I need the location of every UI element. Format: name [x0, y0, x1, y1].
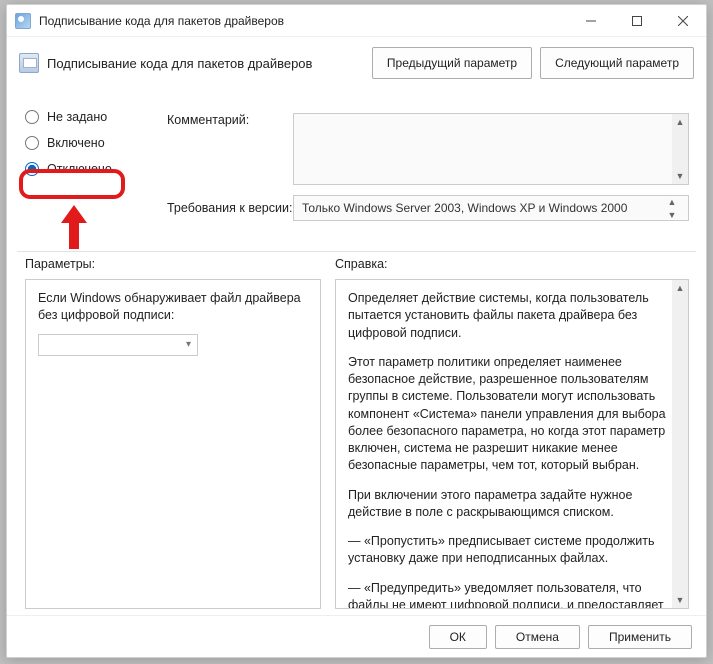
comment-textarea[interactable]: ▲ ▼ [293, 113, 689, 185]
requirements-value: Только Windows Server 2003, Windows XP и… [302, 201, 627, 215]
policy-icon [19, 53, 39, 73]
radio-enabled[interactable]: Включено [25, 136, 112, 150]
help-paragraph: При включении этого параметра задайте ну… [348, 487, 668, 522]
action-select[interactable]: ▾ [38, 334, 198, 356]
apply-button[interactable]: Применить [588, 625, 692, 649]
scroll-up-icon[interactable]: ▲ [664, 195, 680, 208]
requirements-label: Требования к версии: [167, 201, 292, 215]
params-section-label: Параметры: [25, 257, 95, 271]
scroll-down-icon[interactable]: ▼ [672, 592, 688, 608]
radio-disabled-input[interactable] [25, 162, 39, 176]
radio-disabled[interactable]: Отключено [25, 162, 112, 176]
radio-enabled-label: Включено [47, 136, 105, 150]
close-icon [678, 16, 688, 26]
cancel-button[interactable]: Отмена [495, 625, 580, 649]
window-title: Подписывание кода для пакетов драйверов [39, 14, 284, 28]
help-paragraph: — «Пропустить» предписывает системе прод… [348, 533, 668, 568]
comment-label: Комментарий: [167, 113, 249, 127]
requirements-scrollbar[interactable]: ▲ ▼ [664, 195, 680, 221]
scroll-track[interactable] [672, 130, 688, 168]
params-text: Если Windows обнаруживает файл драйвера … [38, 290, 308, 324]
ok-button[interactable]: ОК [429, 625, 487, 649]
annotation-arrow-icon [59, 205, 89, 254]
scroll-down-icon[interactable]: ▼ [672, 168, 688, 184]
scroll-down-icon[interactable]: ▼ [664, 208, 680, 221]
dialog-buttons: ОК Отмена Применить [7, 615, 706, 657]
radio-not-configured-input[interactable] [25, 110, 39, 124]
help-paragraph: Этот параметр политики определяет наимен… [348, 354, 668, 475]
chevron-down-icon: ▾ [186, 339, 191, 350]
radio-enabled-input[interactable] [25, 136, 39, 150]
params-panel: Если Windows обнаруживает файл драйвера … [25, 279, 321, 609]
help-panel: Определяет действие системы, когда польз… [335, 279, 689, 609]
next-setting-button[interactable]: Следующий параметр [540, 47, 694, 79]
scroll-up-icon[interactable]: ▲ [672, 114, 688, 130]
radio-not-configured-label: Не задано [47, 110, 107, 124]
dialog-window: Подписывание кода для пакетов драйверов … [6, 4, 707, 658]
help-paragraph: Определяет действие системы, когда польз… [348, 290, 668, 342]
app-icon [15, 13, 31, 29]
radio-disabled-label: Отключено [47, 162, 112, 176]
minimize-button[interactable] [568, 5, 614, 37]
previous-setting-button[interactable]: Предыдущий параметр [372, 47, 532, 79]
close-button[interactable] [660, 5, 706, 37]
titlebar: Подписывание кода для пакетов драйверов [7, 5, 706, 37]
radio-not-configured[interactable]: Не задано [25, 110, 112, 124]
minimize-icon [586, 16, 596, 26]
comment-scrollbar[interactable]: ▲ ▼ [672, 114, 688, 184]
maximize-button[interactable] [614, 5, 660, 37]
help-scrollbar[interactable]: ▲ ▼ [672, 280, 688, 608]
state-radio-group: Не задано Включено Отключено [25, 110, 112, 188]
header-row: Подписывание кода для пакетов драйверов … [7, 37, 706, 95]
divider [17, 251, 696, 252]
help-paragraph: — «Предупредить» уведомляет пользователя… [348, 580, 668, 610]
maximize-icon [632, 16, 642, 26]
scroll-up-icon[interactable]: ▲ [672, 280, 688, 296]
requirements-field: Только Windows Server 2003, Windows XP и… [293, 195, 689, 221]
help-section-label: Справка: [335, 257, 388, 271]
window-controls [568, 5, 706, 37]
policy-title: Подписывание кода для пакетов драйверов [47, 56, 372, 71]
scroll-track[interactable] [672, 296, 688, 592]
